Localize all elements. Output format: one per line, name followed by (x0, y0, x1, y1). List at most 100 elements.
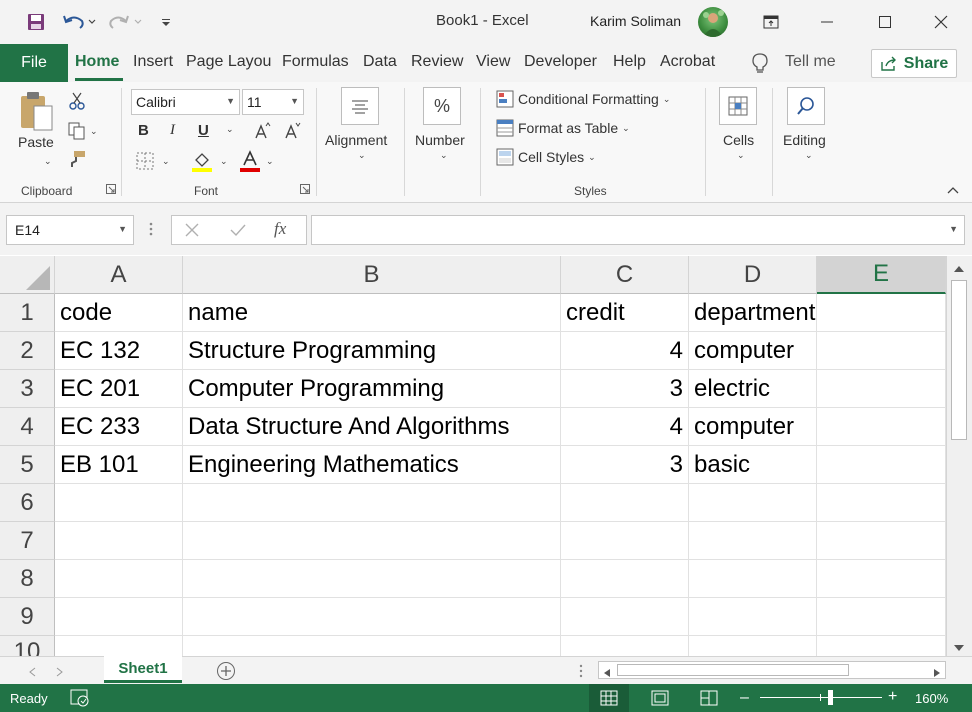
cell-a5[interactable]: EB 101 (55, 446, 183, 484)
undo-button[interactable] (60, 8, 100, 36)
cell-b5[interactable]: Engineering Mathematics (183, 446, 561, 484)
cell-c7[interactable] (561, 522, 689, 560)
bold-button[interactable]: B (138, 122, 149, 139)
cell-d2[interactable]: computer (689, 332, 817, 370)
cell-a4[interactable]: EC 233 (55, 408, 183, 446)
cell-e8[interactable] (817, 560, 946, 598)
accessibility-icon[interactable] (70, 689, 90, 710)
tab-file[interactable]: File (0, 44, 68, 82)
cell-c9[interactable] (561, 598, 689, 636)
maximize-icon[interactable] (862, 0, 908, 44)
tab-splitter-icon[interactable] (578, 663, 584, 684)
font-dialog-launcher-icon[interactable] (300, 184, 310, 194)
cell-e4[interactable] (817, 408, 946, 446)
font-name-select[interactable]: Calibri ▼ (131, 89, 240, 115)
zoom-in-icon[interactable]: + (888, 688, 897, 706)
ribbon-display-options-icon[interactable] (748, 0, 794, 44)
horizontal-scrollbar[interactable] (598, 661, 946, 679)
cell-a3[interactable]: EC 201 (55, 370, 183, 408)
clipboard-dialog-launcher-icon[interactable] (106, 184, 116, 194)
cell-e1[interactable] (817, 294, 946, 332)
collapse-ribbon-icon[interactable] (947, 186, 959, 194)
row-header-10[interactable]: 10 (0, 636, 55, 656)
column-header-c[interactable]: C (561, 256, 689, 294)
alignment-icon[interactable] (341, 87, 379, 125)
cell-a10[interactable] (55, 636, 183, 656)
page-layout-view-button[interactable] (640, 684, 680, 712)
save-icon[interactable] (24, 8, 48, 36)
tab-insert[interactable]: Insert (133, 53, 173, 71)
tab-page-layout[interactable]: Page Layou (186, 53, 271, 71)
cell-b9[interactable] (183, 598, 561, 636)
user-name[interactable]: Karim Soliman (590, 13, 681, 29)
column-header-d[interactable]: D (689, 256, 817, 294)
editing-button[interactable]: Editing (783, 132, 826, 148)
row-header-1[interactable]: 1 (0, 294, 55, 332)
paste-icon[interactable] (18, 90, 58, 136)
select-all-corner[interactable] (0, 256, 55, 294)
row-header-5[interactable]: 5 (0, 446, 55, 484)
number-button[interactable]: Number (415, 132, 465, 148)
cell-c2[interactable]: 4 (561, 332, 689, 370)
close-icon[interactable] (918, 0, 964, 44)
cell-e2[interactable] (817, 332, 946, 370)
new-sheet-icon[interactable] (216, 661, 236, 686)
cell-d7[interactable] (689, 522, 817, 560)
scroll-right-icon[interactable] (933, 665, 941, 683)
tab-data[interactable]: Data (363, 53, 397, 71)
cell-c6[interactable] (561, 484, 689, 522)
cell-c10[interactable] (561, 636, 689, 656)
tab-home[interactable]: Home (75, 53, 119, 71)
tell-me-search[interactable]: Tell me (785, 53, 836, 71)
paste-button[interactable]: Paste (18, 134, 54, 150)
format-painter-icon[interactable] (68, 150, 86, 168)
cell-c5[interactable]: 3 (561, 446, 689, 484)
search-icon[interactable] (787, 87, 825, 125)
cell-e10[interactable] (817, 636, 946, 656)
column-header-b[interactable]: B (183, 256, 561, 294)
cell-d6[interactable] (689, 484, 817, 522)
cell-a2[interactable]: EC 132 (55, 332, 183, 370)
cells-icon[interactable] (719, 87, 757, 125)
scroll-left-icon[interactable] (603, 665, 611, 683)
cell-d1[interactable]: department (689, 294, 817, 332)
row-header-7[interactable]: 7 (0, 522, 55, 560)
italic-button[interactable]: I (170, 122, 175, 139)
cell-c4[interactable]: 4 (561, 408, 689, 446)
zoom-out-icon[interactable]: – (740, 689, 749, 707)
row-header-8[interactable]: 8 (0, 560, 55, 598)
decrease-font-size-icon[interactable] (284, 122, 302, 140)
increase-font-size-icon[interactable] (254, 122, 272, 140)
zoom-level[interactable]: 160% (915, 691, 948, 706)
share-button[interactable]: Share (871, 49, 957, 78)
cell-a7[interactable] (55, 522, 183, 560)
cell-c1[interactable]: credit (561, 294, 689, 332)
more-options-icon[interactable] (148, 221, 154, 242)
enter-icon[interactable] (229, 222, 247, 243)
row-header-6[interactable]: 6 (0, 484, 55, 522)
borders-button[interactable]: ⌄ (136, 152, 170, 170)
formula-input[interactable]: ▼ (311, 215, 965, 245)
cell-c3[interactable]: 3 (561, 370, 689, 408)
cell-e9[interactable] (817, 598, 946, 636)
column-header-a[interactable]: A (55, 256, 183, 294)
lightbulb-icon[interactable] (750, 52, 770, 79)
cells-button[interactable]: Cells (723, 132, 754, 148)
tab-developer[interactable]: Developer (524, 53, 597, 71)
format-as-table-button[interactable]: Format as Table ⌄ (496, 119, 630, 137)
cell-e5[interactable] (817, 446, 946, 484)
conditional-formatting-button[interactable]: Conditional Formatting ⌄ (496, 90, 670, 108)
cell-d3[interactable]: electric (689, 370, 817, 408)
cell-d10[interactable] (689, 636, 817, 656)
cell-b6[interactable] (183, 484, 561, 522)
cut-icon[interactable] (68, 92, 86, 110)
font-size-select[interactable]: 11 ▼ (242, 89, 304, 115)
prev-sheet-icon[interactable] (28, 664, 36, 682)
next-sheet-icon[interactable] (56, 664, 64, 682)
cell-styles-button[interactable]: Cell Styles ⌄ (496, 148, 596, 166)
cell-a8[interactable] (55, 560, 183, 598)
tab-review[interactable]: Review (411, 53, 463, 71)
name-box[interactable]: E14 ▼ (6, 215, 134, 245)
row-header-3[interactable]: 3 (0, 370, 55, 408)
cell-b8[interactable] (183, 560, 561, 598)
